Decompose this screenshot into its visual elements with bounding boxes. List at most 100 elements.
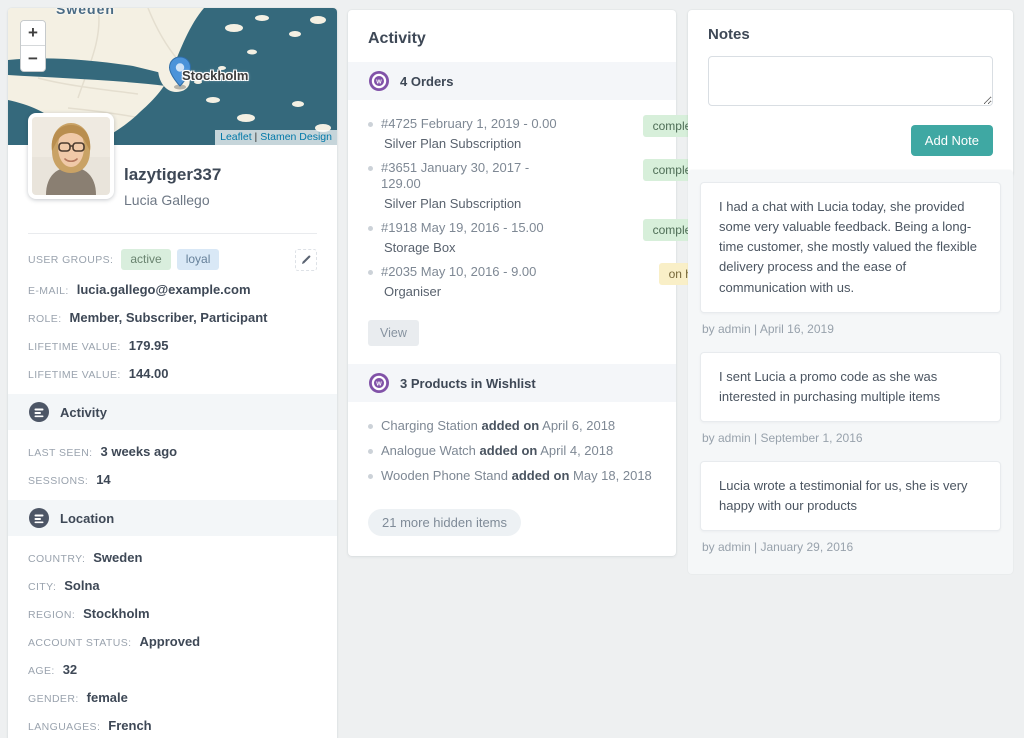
wishlist-item: Wooden Phone Stand added on May 18, 2018 [368, 468, 656, 484]
wishlist-header: w 3 Products in Wishlist [348, 364, 676, 402]
detail-value: 179.95 [128, 338, 169, 353]
detail-label: Sessions: [28, 475, 89, 487]
detail-row: Languages: French [28, 718, 317, 735]
detail-row: E-mail: lucia.gallego@example.com [28, 282, 317, 299]
user-groups-row: User groups: active loyal [28, 249, 317, 271]
map-zoom-out-button[interactable]: − [21, 46, 45, 71]
svg-text:w: w [375, 381, 382, 388]
map-attribution: Leaflet | Stamen Design [215, 130, 337, 145]
order-item: #1918 May 19, 2016 - 15.00 Storage Box c… [368, 219, 718, 256]
detail-label: Region: [28, 609, 76, 621]
order-number-date: #1918 May 19, 2016 - 15.00 [381, 220, 544, 235]
wishlist-added-on: added on [511, 468, 570, 483]
detail-row: Role: Member, Subscriber, Participant [28, 310, 317, 327]
full-name: Lucia Gallego [124, 192, 210, 208]
map-zoom-in-button[interactable]: + [21, 21, 45, 46]
wishlist-added-on: added on [479, 443, 538, 458]
section-header-activity: Activity [8, 394, 337, 430]
wishlist-product: Wooden Phone Stand [381, 468, 508, 483]
detail-row: Region: Stockholm [28, 606, 317, 623]
map-region-label: Sweden [56, 8, 115, 17]
order-product: Storage Box [384, 240, 456, 255]
user-groups-label: User groups: [28, 254, 114, 266]
detail-value: French [108, 718, 152, 733]
detail-value: 32 [62, 662, 78, 677]
profile-card: Sweden Stockholm + − Leaflet | Stamen De… [8, 8, 337, 738]
detail-label: Account status: [28, 637, 132, 649]
detail-row: Last seen: 3 weeks ago [28, 444, 317, 461]
note-meta: by admin | September 1, 2016 [702, 430, 863, 445]
detail-label: Languages: [28, 721, 101, 733]
order-product: Organiser [384, 284, 442, 299]
detail-row: Lifetime value: 144.00 [28, 366, 317, 383]
order-item: #3651 January 30, 2017 - 129.00 Silver P… [368, 159, 718, 212]
detail-value: lucia.gallego@example.com [76, 282, 251, 297]
wishlist-header-label: 3 Products in Wishlist [400, 375, 536, 391]
profile-details: User groups: active loyal E-mail: lucia.… [8, 234, 337, 738]
woocommerce-icon: w [369, 373, 389, 393]
section-title: Activity [60, 404, 107, 420]
detail-row: Lifetime value: 179.95 [28, 338, 317, 355]
map-zoom-control: + − [20, 20, 46, 72]
detail-value: 14 [96, 472, 111, 487]
stamen-link[interactable]: Stamen Design [260, 131, 332, 143]
profile-header: lazytiger337 Lucia Gallego [8, 113, 337, 233]
detail-row: Country: Sweden [28, 550, 317, 567]
note-text: I had a chat with Lucia today, she provi… [719, 199, 977, 295]
note-meta: by admin | April 16, 2019 [702, 321, 834, 336]
order-product: Silver Plan Subscription [384, 196, 522, 211]
user-group-badge-active: active [121, 249, 171, 270]
note-text: I sent Lucia a promo code as she was int… [719, 368, 941, 404]
leaflet-link[interactable]: Leaflet [220, 131, 252, 143]
note-card: I sent Lucia a promo code as she was int… [700, 351, 1001, 422]
edit-user-groups-button[interactable] [295, 249, 317, 271]
orders-list: #4725 February 1, 2019 - 0.00 Silver Pla… [348, 100, 718, 300]
wishlist-date: April 4, 2018 [540, 443, 614, 458]
add-note-button[interactable]: Add Note [910, 125, 993, 156]
note-text: Lucia wrote a testimonial for us, she is… [719, 477, 968, 514]
wishlist-added-on: added on [481, 418, 540, 433]
activity-panel: Activity w 4 Orders #4725 February 1, 20… [348, 10, 718, 556]
note-input[interactable] [708, 56, 993, 106]
detail-value: Approved [139, 634, 201, 649]
wishlist-date: May 18, 2018 [573, 468, 652, 483]
note-card: I had a chat with Lucia today, she provi… [700, 182, 1001, 313]
order-number-date: #4725 February 1, 2019 - 0.00 [381, 116, 557, 131]
order-product: Silver Plan Subscription [384, 136, 522, 151]
detail-label: Lifetime value: [28, 369, 121, 381]
section-title: Location [60, 510, 115, 526]
detail-label: Age: [28, 665, 55, 677]
detail-label: Lifetime value: [28, 341, 121, 353]
view-orders-button[interactable]: View [368, 320, 419, 346]
detail-value: 3 weeks ago [100, 444, 178, 459]
wishlist-item: Charging Station added on April 6, 2018 [368, 418, 656, 434]
activity-panel-title: Activity [368, 30, 426, 47]
notes-panel: Notes Add Note [688, 10, 1013, 176]
wishlist: Charging Station added on April 6, 2018 … [348, 402, 676, 497]
location-section-icon [29, 508, 49, 528]
note-card: Lucia wrote a testimonial for us, she is… [700, 460, 1001, 532]
detail-row: Gender: female [28, 690, 317, 707]
detail-row: Sessions: 14 [28, 472, 317, 489]
detail-label: E-mail: [28, 285, 69, 297]
wishlist-product: Analogue Watch [381, 443, 476, 458]
username: lazytiger337 [124, 165, 222, 184]
avatar [28, 113, 114, 199]
hidden-items-pill[interactable]: 21 more hidden items [368, 509, 522, 536]
order-number-date: #3651 January 30, 2017 - 129.00 [381, 160, 530, 191]
detail-row: Account status: Approved [28, 634, 317, 651]
wishlist-date: April 6, 2018 [542, 418, 616, 433]
user-group-badge-loyal: loyal [176, 249, 220, 270]
wishlist-product: Charging Station [381, 418, 478, 433]
detail-label: City: [28, 581, 57, 593]
wishlist-item: Analogue Watch added on April 4, 2018 [368, 443, 656, 459]
attribution-separator: | [251, 131, 261, 143]
detail-label: Gender: [28, 693, 79, 705]
detail-value: female [86, 690, 128, 705]
detail-value: Sweden [93, 550, 143, 565]
order-number-date: #2035 May 10, 2016 - 9.00 [381, 264, 537, 279]
detail-value: Solna [64, 578, 100, 593]
detail-row: Age: 32 [28, 662, 317, 679]
orders-header: w 4 Orders [348, 62, 676, 100]
note-meta: by admin | January 29, 2016 [702, 540, 854, 555]
